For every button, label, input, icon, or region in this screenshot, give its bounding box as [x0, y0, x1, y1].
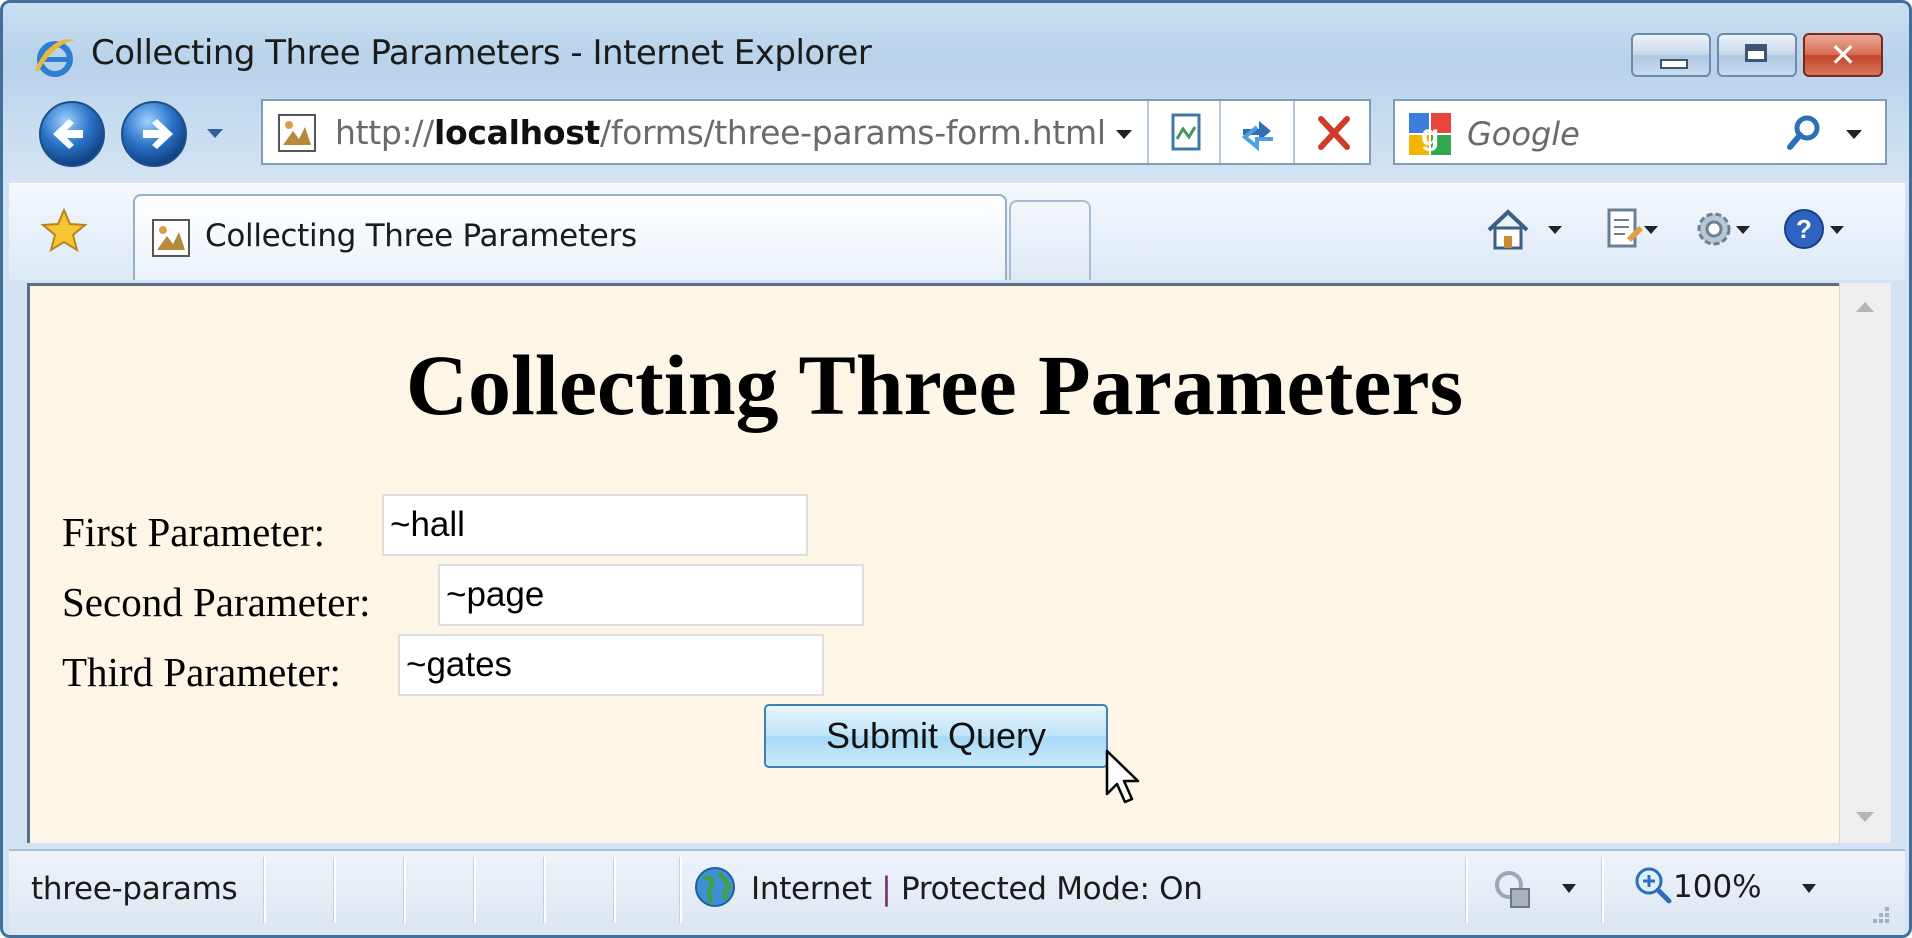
close-icon: ✕: [1829, 36, 1857, 74]
tab-label: Collecting Three Parameters: [205, 218, 637, 254]
address-separator: [1293, 101, 1295, 163]
page-dropdown[interactable]: [1641, 220, 1661, 240]
status-divider: [1465, 857, 1468, 923]
google-logo-icon: g: [1409, 113, 1451, 155]
address-url[interactable]: http://localhost/forms/three-params-form…: [335, 113, 1106, 152]
vertical-scrollbar[interactable]: [1839, 283, 1891, 843]
mouse-pointer-icon: [1105, 749, 1140, 804]
zoom-level[interactable]: 100%: [1673, 869, 1762, 905]
stop-icon[interactable]: [1309, 109, 1359, 157]
status-divider: [1601, 857, 1604, 923]
security-lock-icon[interactable]: [1493, 867, 1535, 913]
svg-text:g: g: [1421, 119, 1439, 152]
help-icon[interactable]: ?: [1779, 204, 1829, 254]
status-divider: [263, 857, 266, 923]
address-bar[interactable]: http://localhost/forms/three-params-form…: [261, 99, 1371, 165]
window-title: Collecting Three Parameters - Internet E…: [91, 33, 872, 73]
zoom-dropdown[interactable]: [1799, 881, 1819, 897]
search-icon[interactable]: [1783, 111, 1827, 155]
search-provider-dropdown[interactable]: [1841, 121, 1867, 147]
ie-logo-icon: [35, 39, 75, 77]
svg-text:?: ?: [1796, 214, 1812, 244]
third-parameter-input[interactable]: [398, 634, 824, 696]
resize-grip-icon[interactable]: [1865, 899, 1893, 927]
tab-favicon-icon: [152, 219, 190, 257]
close-button[interactable]: ✕: [1803, 33, 1883, 77]
first-parameter-input[interactable]: [382, 494, 808, 556]
zoom-icon[interactable]: [1633, 865, 1673, 905]
page-content: Collecting Three Parameters First Parame…: [27, 283, 1839, 843]
first-parameter-label: First Parameter:: [62, 509, 326, 555]
maximize-button[interactable]: [1717, 33, 1797, 77]
search-placeholder: Google: [1467, 115, 1580, 153]
browser-window: Collecting Three Parameters - Internet E…: [0, 0, 1912, 938]
globe-icon: [695, 867, 735, 907]
page-favicon-icon: [278, 114, 316, 152]
security-zone[interactable]: Internet | Protected Mode: On: [751, 871, 1203, 907]
tab-row: Collecting Three Parameters ?: [9, 183, 1905, 280]
status-divider: [333, 857, 336, 923]
title-bar: Collecting Three Parameters - Internet E…: [3, 3, 1909, 93]
scroll-down-arrow-icon[interactable]: [1854, 809, 1876, 825]
home-icon[interactable]: [1483, 204, 1533, 254]
home-dropdown[interactable]: [1545, 220, 1565, 240]
refresh-icon[interactable]: [1233, 109, 1283, 157]
third-parameter-label: Third Parameter:: [62, 649, 341, 695]
new-tab-button[interactable]: [1009, 200, 1091, 280]
tab-collecting-three-parameters[interactable]: Collecting Three Parameters: [133, 194, 1007, 280]
second-parameter-label: Second Parameter:: [62, 579, 371, 625]
favorites-star-icon[interactable]: [39, 206, 89, 256]
search-box[interactable]: g Google: [1393, 99, 1887, 165]
status-divider: [473, 857, 476, 923]
recent-pages-dropdown[interactable]: [203, 121, 227, 145]
tools-dropdown[interactable]: [1733, 220, 1753, 240]
address-separator: [1147, 101, 1149, 163]
status-text: three-params: [31, 871, 238, 907]
status-bar: three-params Internet | Protected Mode: …: [9, 849, 1905, 935]
security-dropdown[interactable]: [1559, 881, 1579, 897]
address-separator: [1219, 101, 1221, 163]
compatibility-view-icon[interactable]: [1161, 109, 1211, 157]
status-divider: [403, 857, 406, 923]
address-dropdown[interactable]: [1111, 121, 1137, 147]
maximize-icon: [1745, 44, 1767, 62]
help-dropdown[interactable]: [1827, 220, 1847, 240]
minimize-icon: [1660, 59, 1688, 69]
page-heading: Collecting Three Parameters: [405, 337, 1464, 433]
submit-query-button[interactable]: Submit Query: [764, 704, 1108, 768]
forward-button[interactable]: [119, 99, 189, 169]
status-divider: [679, 857, 682, 923]
tools-gear-icon[interactable]: [1689, 204, 1739, 254]
status-divider: [613, 857, 616, 923]
second-parameter-input[interactable]: [438, 564, 864, 626]
status-divider: [543, 857, 546, 923]
scroll-up-arrow-icon[interactable]: [1854, 299, 1876, 315]
minimize-button[interactable]: [1631, 33, 1711, 77]
back-button[interactable]: [37, 99, 107, 169]
